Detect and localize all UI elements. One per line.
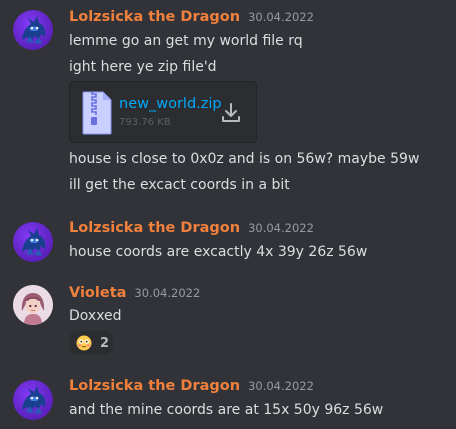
message-header: Lolzsicka the Dragon 30.04.2022 xyxy=(69,220,314,240)
reaction-count: 2 xyxy=(100,335,110,351)
message-text: house coords are excactly 4x 39y 26z 56w xyxy=(69,244,368,260)
message-text: house is close to 0x0z and is on 56w? ma… xyxy=(69,151,420,167)
timestamp: 30.04.2022 xyxy=(248,221,314,235)
dragon-avatar-icon xyxy=(13,222,53,262)
dragon-avatar-icon xyxy=(13,380,53,420)
avatar[interactable] xyxy=(13,222,53,262)
message-text: and the mine coords are at 15x 50y 96z 5… xyxy=(69,402,384,418)
file-attachment: new_world.zip 793.76 KB xyxy=(69,81,257,143)
timestamp: 30.04.2022 xyxy=(248,10,314,24)
username[interactable]: Lolzsicka the Dragon xyxy=(69,378,240,394)
download-icon[interactable] xyxy=(220,102,242,124)
message-header: Lolzsicka the Dragon 30.04.2022 xyxy=(69,378,314,398)
username[interactable]: Lolzsicka the Dragon xyxy=(69,9,240,25)
file-size: 793.76 KB xyxy=(119,117,171,128)
message-text: lemme go an get my world file rq xyxy=(69,33,303,49)
message-text: ight here ye zip file'd xyxy=(69,59,217,75)
violeta-avatar-icon xyxy=(13,285,53,325)
message-text: ill get the excact coords in a bit xyxy=(69,177,290,193)
avatar[interactable] xyxy=(13,380,53,420)
message-header: Lolzsicka the Dragon 30.04.2022 xyxy=(69,9,314,29)
username[interactable]: Violeta xyxy=(69,285,126,301)
avatar[interactable] xyxy=(13,10,53,50)
timestamp: 30.04.2022 xyxy=(248,379,314,393)
reaction-button[interactable]: 2 xyxy=(69,331,113,355)
message-header: Violeta 30.04.2022 xyxy=(69,285,200,305)
file-name-link[interactable]: new_world.zip xyxy=(119,96,222,112)
dragon-avatar-icon xyxy=(13,10,53,50)
flushed-face-icon xyxy=(76,335,92,351)
timestamp: 30.04.2022 xyxy=(134,286,201,300)
zip-file-icon xyxy=(82,91,112,135)
avatar[interactable] xyxy=(13,285,53,325)
username[interactable]: Lolzsicka the Dragon xyxy=(69,220,240,236)
message-text: Doxxed xyxy=(69,308,122,324)
